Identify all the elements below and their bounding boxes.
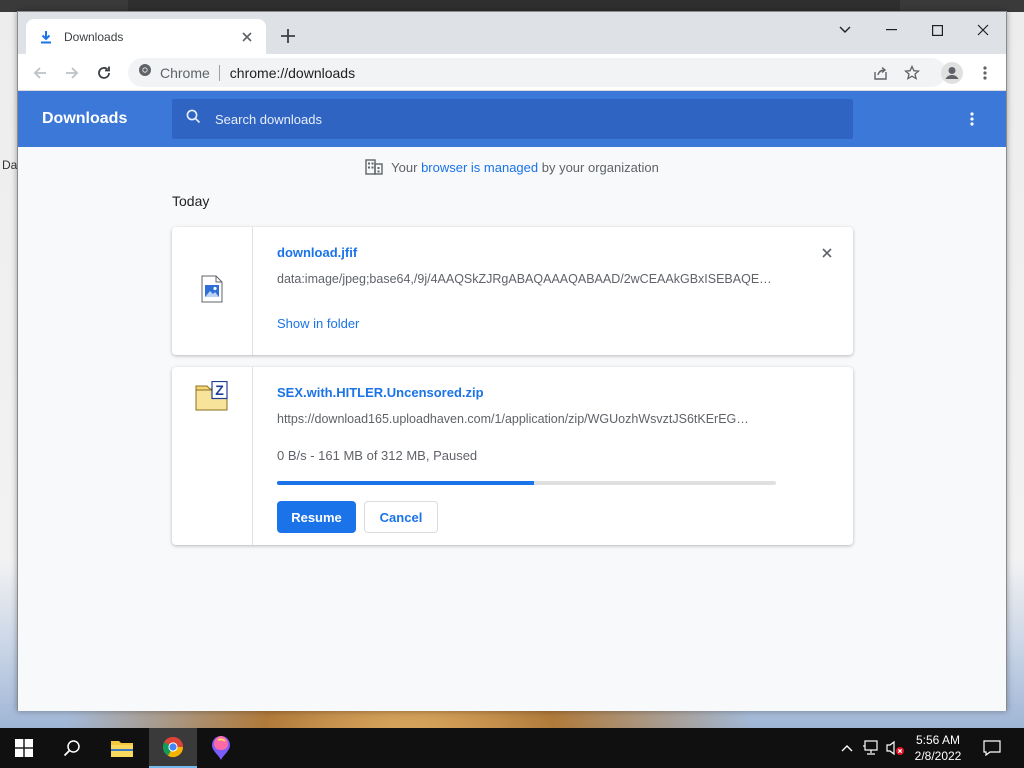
search-button[interactable] — [48, 728, 96, 768]
action-center-button[interactable] — [980, 728, 1004, 768]
file-icon-column: Z — [172, 367, 253, 545]
downloads-menu-button[interactable] — [962, 109, 982, 129]
remove-item-button[interactable] — [819, 245, 835, 261]
start-button[interactable] — [0, 728, 48, 768]
file-source-url: data:image/jpeg;base64,/9j/4AAQSkZJRgABA… — [277, 272, 772, 286]
chevron-up-icon — [841, 745, 853, 752]
close-window-button[interactable] — [960, 16, 1006, 44]
network-tray-button[interactable] — [860, 728, 882, 768]
managed-prefix: Your — [391, 159, 422, 175]
forward-button[interactable] — [58, 59, 86, 87]
volume-tray-button[interactable] — [884, 728, 906, 768]
address-bar[interactable]: Chrome chrome://downloads — [128, 58, 946, 87]
download-progress-bar — [277, 481, 776, 485]
file-name-link[interactable]: download.jfif — [277, 245, 357, 260]
close-icon — [822, 248, 832, 258]
browser-window: Downloads Chrome chrome://downloads Down… — [17, 11, 1007, 711]
download-item: download.jfif data:image/jpeg;base64,/9j… — [172, 227, 853, 355]
download-item: Z SEX.with.HITLER.Uncensored.zip https:/… — [172, 367, 853, 545]
clock-time: 5:56 AM — [915, 733, 961, 747]
paint-app-button[interactable] — [197, 728, 245, 768]
search-box[interactable] — [172, 99, 853, 139]
bookmark-star-icon[interactable] — [902, 63, 922, 83]
close-icon — [977, 24, 989, 36]
share-icon[interactable] — [870, 63, 890, 83]
search-input[interactable] — [215, 111, 815, 127]
cancel-button[interactable]: Cancel — [364, 501, 438, 533]
zip-folder-icon: Z — [195, 380, 229, 416]
show-hidden-icons-button[interactable] — [838, 728, 856, 768]
show-in-folder-link[interactable]: Show in folder — [277, 316, 359, 331]
windows-taskbar: 5:56 AM 2/8/2022 — [0, 728, 1024, 768]
arrow-right-icon — [66, 67, 79, 79]
managed-suffix: by your organization — [538, 159, 659, 175]
maximize-button[interactable] — [914, 16, 960, 44]
download-icon — [38, 29, 54, 45]
image-file-icon — [201, 275, 223, 308]
progress-fill — [277, 481, 535, 485]
notification-icon — [983, 740, 1001, 756]
minimize-icon — [885, 29, 897, 31]
chrome-icon — [138, 63, 152, 82]
site-label: Chrome — [160, 64, 210, 81]
file-name-link[interactable]: SEX.with.HITLER.Uncensored.zip — [277, 385, 484, 400]
tab-title: Downloads — [64, 29, 124, 44]
avatar-icon — [941, 62, 963, 84]
profile-button[interactable] — [938, 59, 966, 87]
reload-icon — [98, 66, 110, 79]
background-window-text: Da — [2, 158, 18, 172]
downloads-header: Downloads — [18, 91, 1006, 147]
folder-icon — [111, 741, 133, 757]
reload-button[interactable] — [90, 59, 118, 87]
managed-link[interactable]: browser is managed — [421, 160, 538, 175]
title-bar: Downloads — [18, 12, 1006, 54]
windows-logo-icon — [15, 739, 33, 757]
maximize-icon — [931, 24, 943, 36]
chrome-taskbar-button[interactable] — [149, 728, 197, 768]
chrome-menu-button[interactable] — [971, 59, 999, 87]
search-icon — [63, 740, 80, 757]
paint-3d-icon — [212, 736, 230, 760]
network-icon — [863, 740, 878, 755]
downloads-page: Downloads Your browser is managed by you… — [18, 91, 1006, 711]
file-source-url: https://download165.uploadhaven.com/1/ap… — [277, 412, 749, 426]
file-explorer-button[interactable] — [98, 728, 146, 768]
date-heading: Today — [172, 193, 210, 209]
volume-muted-icon — [886, 740, 904, 756]
svg-text:Z: Z — [215, 382, 224, 398]
file-icon-column — [172, 227, 253, 355]
clock-date: 2/8/2022 — [914, 749, 962, 763]
new-tab-button[interactable] — [276, 24, 300, 48]
more-vert-icon — [983, 66, 987, 80]
system-clock[interactable]: 5:56 AM 2/8/2022 — [906, 732, 970, 764]
building-icon — [365, 159, 383, 175]
chevron-down-icon — [839, 26, 851, 33]
back-button[interactable] — [26, 59, 54, 87]
managed-notice: Your browser is managed by your organiza… — [18, 159, 1006, 175]
resume-button[interactable]: Resume — [277, 501, 356, 533]
chrome-icon — [162, 736, 184, 758]
minimize-button[interactable] — [868, 16, 914, 44]
arrow-left-icon — [33, 67, 46, 79]
omnibox-divider — [218, 64, 220, 81]
url-text: chrome://downloads — [229, 64, 356, 81]
tab-downloads[interactable]: Downloads — [26, 19, 266, 54]
tab-close-icon[interactable] — [238, 28, 256, 46]
page-title: Downloads — [42, 110, 128, 127]
more-vert-icon — [970, 112, 974, 126]
download-status: 0 B/s - 161 MB of 312 MB, Paused — [277, 448, 478, 463]
browser-toolbar: Chrome chrome://downloads — [18, 54, 1006, 91]
tab-search-button[interactable] — [822, 16, 868, 44]
search-icon — [186, 109, 201, 129]
